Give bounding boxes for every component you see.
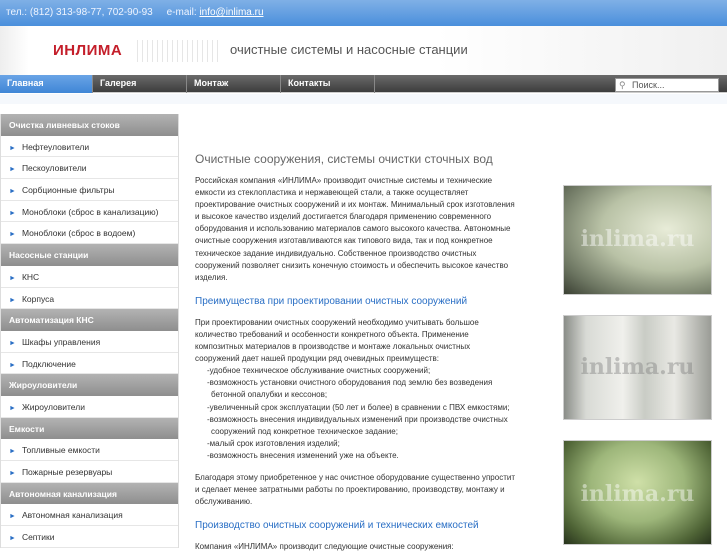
sidebar-section-header[interactable]: Жироуловители [1, 374, 178, 396]
watermark: inlima.ru [580, 354, 695, 380]
sidebar-section-header[interactable]: Емкости [1, 417, 178, 440]
sidebar-item-label: Жироуловители [21, 401, 85, 412]
arrow-icon: ► [9, 231, 16, 239]
search-icon: ⚲ [619, 80, 626, 90]
list-item: -удобное техническое обслуживание очистн… [207, 366, 431, 376]
arrow-icon: ► [9, 404, 16, 412]
sidebar-item[interactable]: ► Септики [1, 526, 178, 548]
email-link[interactable]: info@inlima.ru [199, 7, 263, 18]
photo-fiberglass-tank[interactable]: inlima.ru [563, 185, 712, 295]
sidebar-item-label: Топливные емкости [21, 445, 100, 456]
main-content: Очистные сооружения, системы очистки сто… [195, 152, 515, 560]
sidebar-section-header[interactable]: Насосные станции [1, 244, 178, 266]
tagline: очистные системы и насосные станции [230, 42, 468, 57]
sidebar-item[interactable]: ► Подключение [1, 352, 178, 375]
sidebar-item[interactable]: ► Жироуловители [1, 395, 178, 418]
sidebar-item-label: Моноблоки (сброс в водоем) [21, 228, 136, 239]
arrow-icon: ► [9, 166, 16, 174]
main-nav: Главная Галерея Монтаж Контакты ⚲ Поиск..… [0, 75, 727, 93]
sidebar-item-label: Пескоуловители [21, 163, 87, 174]
conclusion-paragraph: Благодаря этому приобретенное у нас очис… [195, 472, 515, 507]
search-placeholder: Поиск... [632, 80, 665, 90]
sidebar-item-label: Корпуса [21, 293, 55, 304]
header-banner: ИНЛИМА очистные системы и насосные станц… [0, 26, 727, 75]
page-title: Очистные сооружения, системы очистки сто… [195, 152, 493, 166]
logo[interactable]: ИНЛИМА [53, 42, 122, 59]
list-item: -возможность внесения изменений уже на о… [207, 450, 399, 460]
intro-paragraph: Российская компания «ИНЛИМА» производит … [195, 176, 515, 282]
advantages-list: -удобное техническое обслуживание очистн… [207, 365, 515, 462]
sidebar-item-label: Нефтеуловители [21, 141, 90, 152]
list-item: -возможность внесения индивидуальных изм… [207, 414, 508, 436]
arrow-icon: ► [9, 535, 16, 543]
sidebar-item[interactable]: ► Топливные емкости [1, 439, 178, 461]
tab-installation[interactable]: Монтаж [187, 75, 281, 93]
sidebar-item-label: Подключение [21, 358, 76, 369]
sidebar-section-header[interactable]: Автономная канализация [1, 482, 178, 505]
sidebar-item-label: Пожарные резервуары [21, 467, 113, 477]
sidebar-item-label: Автономная канализация [21, 510, 123, 521]
list-item: -возможность установки очистного оборудо… [207, 378, 493, 400]
search-input[interactable]: ⚲ Поиск... [615, 78, 719, 92]
photo-control-cabinet[interactable]: inlima.ru [563, 315, 712, 420]
list-item: -малый срок изготовления изделий; [207, 438, 340, 448]
sidebar-section-header[interactable]: Автоматизация КНС [1, 309, 178, 331]
arrow-icon: ► [9, 339, 16, 347]
arrow-icon: ► [9, 448, 16, 456]
advantages-heading: Преимущества при проектировании очистных… [195, 295, 468, 307]
sidebar-item[interactable]: ► КНС [1, 265, 178, 288]
sidebar-item[interactable]: ► Пескоуловители [1, 157, 178, 180]
advantages-intro: При проектировании очистных сооружений н… [195, 317, 479, 364]
production-heading: Производство очистных сооружений и техни… [195, 520, 479, 532]
sidebar-item[interactable]: ► Моноблоки (сброс в водоем) [1, 222, 178, 245]
contact-bar: тел.: (812) 313-98-77, 702-90-93 e-mail:… [0, 0, 727, 26]
watermark: inlima.ru [580, 481, 695, 507]
arrow-icon: ► [9, 144, 16, 152]
sidebar-item-label: КНС [21, 271, 40, 282]
logo-divider [137, 40, 221, 62]
sidebar-item-label: Сорбционные фильтры [21, 185, 115, 196]
arrow-icon: ► [9, 361, 16, 369]
arrow-icon: ► [9, 209, 16, 217]
sidebar-item[interactable]: ► Шкафы управления [1, 330, 178, 353]
sidebar-item[interactable]: ► Пожарные резервуары [1, 461, 178, 483]
sidebar-item[interactable]: ► Нефтеуловители [1, 135, 178, 158]
sidebar-item-label: Моноблоки (сброс в канализацию) [21, 206, 159, 217]
tab-home[interactable]: Главная [0, 75, 93, 93]
tab-gallery[interactable]: Галерея [93, 75, 187, 93]
arrow-icon: ► [9, 513, 16, 521]
list-item: -увеличенный срок эксплуатации (50 лет и… [207, 402, 510, 412]
sidebar: Очистка ливневых стоков ► Нефтеуловители ► П… [0, 114, 179, 548]
production-intro: Компания «ИНЛИМА» производит следующие о… [195, 542, 454, 552]
email-label: e-mail: [166, 7, 197, 18]
arrow-icon: ► [9, 274, 16, 282]
sidebar-item[interactable]: ► Автономная канализация [1, 504, 178, 527]
sidebar-item[interactable]: ► Моноблоки (сброс в канализацию) [1, 200, 178, 223]
sidebar-item[interactable]: ► Сорбционные фильтры [1, 179, 178, 201]
sidebar-item[interactable]: ► Корпуса [1, 287, 178, 310]
photo-fiberglass-pipe[interactable]: inlima.ru [563, 440, 712, 545]
sidebar-item-label: Шкафы управления [21, 336, 101, 347]
arrow-icon: ► [9, 470, 16, 477]
nav-shadow [0, 94, 727, 104]
arrow-icon: ► [9, 188, 16, 196]
watermark: inlima.ru [580, 226, 695, 252]
sidebar-item-label: Септики [21, 532, 55, 543]
tab-contacts[interactable]: Контакты [281, 75, 375, 93]
phone-text: тел.: (812) 313-98-77, 702-90-93 [6, 7, 153, 18]
arrow-icon: ► [9, 296, 16, 304]
sidebar-section-header[interactable]: Очистка ливневых стоков [1, 114, 178, 136]
